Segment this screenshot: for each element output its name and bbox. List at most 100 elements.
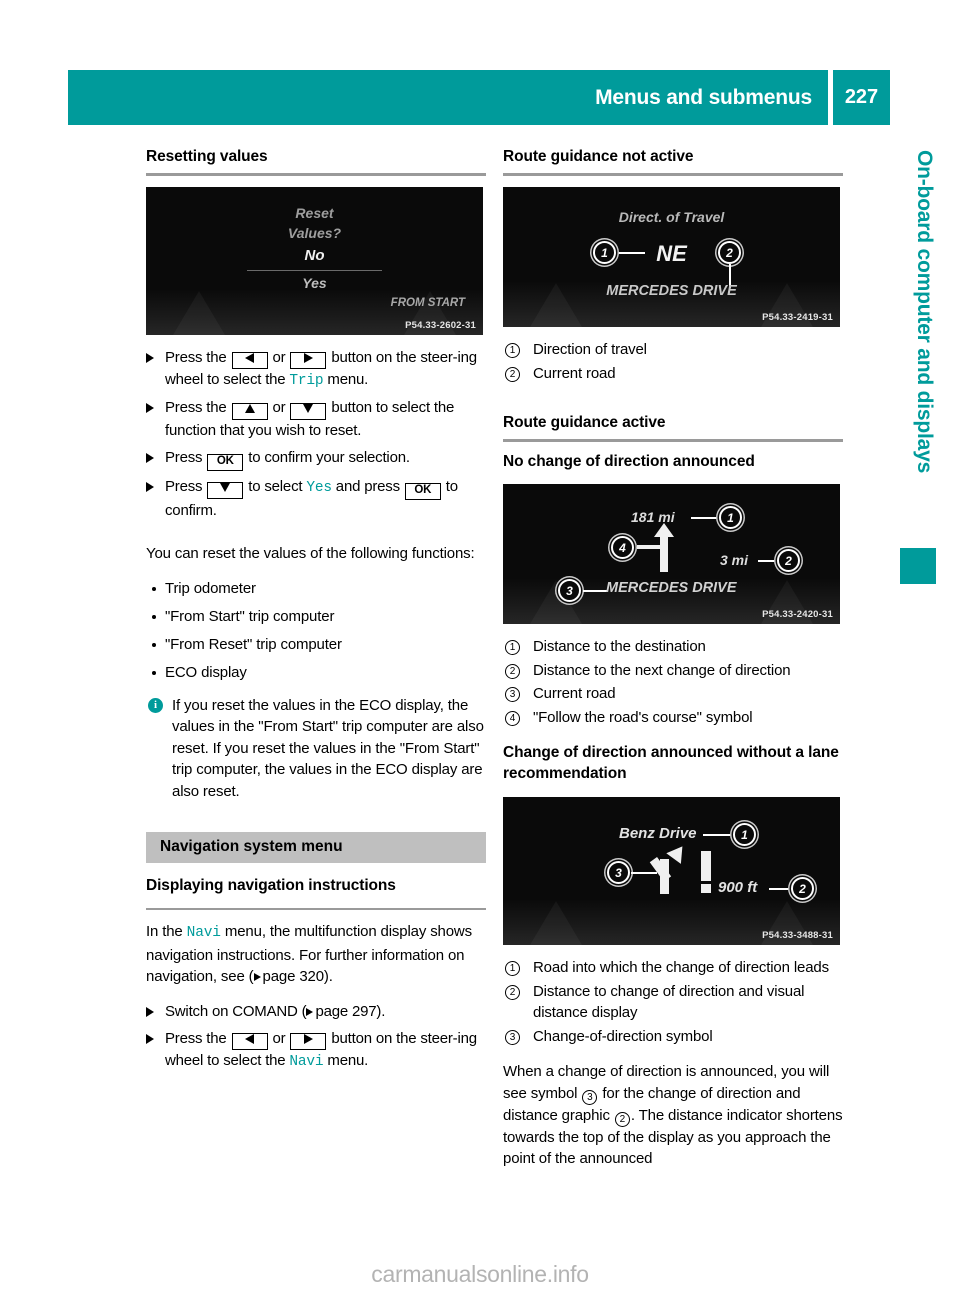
legend-route-guidance-not-active: 1 Direction of travel 2 Current road	[503, 339, 843, 384]
step-item: Press the or button on the steer‐ing whe…	[146, 1028, 486, 1073]
legend-text: Road into which the change of direction …	[533, 959, 829, 976]
figure-reference-code: P54.33-2420-31	[762, 609, 833, 620]
resettable-functions-list: Trip odometer "From Start" trip computer…	[146, 578, 486, 683]
legend-item: 2 Current road	[503, 363, 843, 385]
key-ok[interactable]: OK	[404, 483, 441, 500]
figure-direction-title: Direct. of Travel	[618, 209, 725, 225]
page-title: Menus and submenus	[595, 85, 812, 109]
legend-text: Distance to the destination	[533, 638, 706, 655]
sub-heading-no-change-of-direction: No change of direction announced	[503, 453, 755, 470]
leader-line	[691, 517, 721, 519]
page-ref-arrow-icon	[253, 973, 261, 981]
legend-number: 1	[505, 640, 520, 655]
step-item: Press the or button to select the functi…	[146, 397, 486, 442]
step-text-1: Press the or button on the steer‐ing whe…	[165, 349, 477, 389]
legend-item: 2 Distance to change of direction and vi…	[503, 981, 843, 1024]
figure-road-name: Benz Drive	[619, 825, 697, 842]
step-item: Press OK to confirm your selection.	[146, 447, 486, 471]
key-down-arrow[interactable]	[207, 482, 244, 499]
key-left-arrow[interactable]	[231, 1032, 268, 1050]
key-up-arrow[interactable]	[231, 403, 268, 420]
figure-line-yes: Yes	[302, 275, 327, 291]
header-title-band: Menus and submenus	[68, 70, 828, 125]
legend-item: 3 Current road	[503, 683, 843, 705]
legend-item: 1 Road into which the change of directio…	[503, 957, 843, 979]
step-item: Press the or button on the steer‐ing whe…	[146, 347, 486, 392]
inline-callout-2: 2	[614, 1111, 630, 1127]
figure-separator-line	[247, 270, 382, 271]
callout-2: 2	[718, 241, 741, 264]
figure-current-road: MERCEDES DRIVE	[606, 283, 737, 299]
band-heading-navigation-system-menu: Navigation system menu	[146, 832, 486, 863]
key-ok[interactable]: OK	[207, 454, 244, 471]
sub-heading-rule	[146, 908, 486, 910]
figure-reference-code: P54.33-3488-31	[762, 930, 833, 941]
legend-number: 2	[505, 366, 520, 382]
leader-line	[631, 872, 657, 874]
chapter-tab-marker	[900, 548, 936, 584]
info-icon: i	[148, 697, 163, 713]
header-page-band: 227	[833, 70, 890, 125]
navigation-steps-list: Switch on COMAND (page 297). Press the o…	[146, 1001, 486, 1073]
distance-bar-indicator	[701, 851, 711, 881]
legend-text: "Follow the road's course" symbol	[533, 708, 753, 726]
chapter-label: On-board computer and displays	[913, 150, 936, 474]
callout-1: 1	[719, 506, 742, 529]
figure-reference-code: P54.33-2419-31	[762, 312, 833, 323]
turn-arrow-head-icon	[666, 841, 690, 864]
leader-line	[769, 888, 793, 890]
sub-heading-change-of-direction-no-lane: Change of direction announced without a …	[503, 744, 839, 782]
info-note-text: If you reset the values in the ECO displ…	[172, 696, 484, 800]
list-item: ECO display	[146, 662, 486, 683]
step-text-4: Press to select Yes and press OK to conf…	[165, 478, 458, 519]
figure-line-no: No	[304, 247, 325, 264]
key-right-arrow[interactable]	[290, 1032, 327, 1050]
figure-no-change-of-direction: 181 mi 1 4 3 mi 2 3 MERCEDES DRIVE P54.3…	[503, 484, 840, 624]
heading-rule	[503, 173, 843, 176]
legend-number: 3	[505, 1029, 520, 1045]
heading-rule	[146, 173, 486, 176]
key-down-arrow[interactable]	[290, 403, 327, 420]
list-item: "From Reset" trip computer	[146, 634, 486, 655]
legend-item: 1 Direction of travel	[503, 339, 843, 361]
step-arrow-icon	[146, 1006, 154, 1017]
follow-road-symbol-icon	[637, 545, 662, 549]
legend-number: 4	[505, 710, 520, 726]
callout-1: 1	[733, 823, 756, 846]
key-left-arrow[interactable]	[231, 352, 268, 369]
straight-arrow-head-icon	[654, 523, 674, 537]
step-arrow-icon	[146, 453, 154, 463]
figure-distance-next: 3 mi	[720, 552, 749, 568]
legend-change-of-direction: 1 Road into which the change of directio…	[503, 957, 843, 1047]
callout-3: 3	[607, 861, 630, 884]
page-number: 227	[844, 86, 879, 108]
reset-steps-list: Press the or button on the steer‐ing whe…	[146, 347, 486, 522]
legend-text: Change-of-direction symbol	[533, 1027, 713, 1045]
list-item: "From Start" trip computer	[146, 606, 486, 627]
step-arrow-icon	[146, 353, 154, 363]
closing-paragraph: When a change of direction is announced,…	[503, 1063, 843, 1167]
legend-number: 2	[505, 984, 520, 1000]
section-heading-route-guidance-active: Route guidance active	[503, 414, 666, 431]
step-arrow-icon	[146, 1033, 154, 1044]
key-right-arrow[interactable]	[290, 352, 327, 369]
legend-no-change-of-direction: 1 Distance to the destination 2 Distance…	[503, 636, 843, 728]
figure-distance-value: 900 ft	[718, 879, 758, 896]
legend-text: Distance to the next change of direction	[533, 661, 791, 679]
figure-change-of-direction: Benz Drive 1 3 900 ft 2 P54.33-3488-31	[503, 797, 840, 945]
legend-text: Distance to change of direction and visu…	[533, 982, 805, 1022]
legend-number: 3	[505, 687, 520, 702]
info-note: i If you reset the values in the ECO dis…	[146, 695, 486, 803]
figure-reference-code: P54.33-2602-31	[405, 320, 476, 331]
legend-item: 2 Distance to the next change of directi…	[503, 660, 843, 682]
menu-name-trip: Trip	[289, 373, 324, 389]
list-item: Trip odometer	[146, 578, 486, 599]
sub-heading-displaying-navigation-instructions: Displaying navigation instructions	[146, 877, 396, 894]
page-reference: page 320	[262, 968, 325, 985]
figure-direction-value: NE	[656, 241, 687, 266]
heading-rule	[503, 439, 843, 442]
callout-1: 1	[593, 241, 616, 264]
callout-3: 3	[558, 579, 581, 602]
distance-bar-base	[701, 884, 711, 893]
callout-2: 2	[777, 549, 800, 572]
